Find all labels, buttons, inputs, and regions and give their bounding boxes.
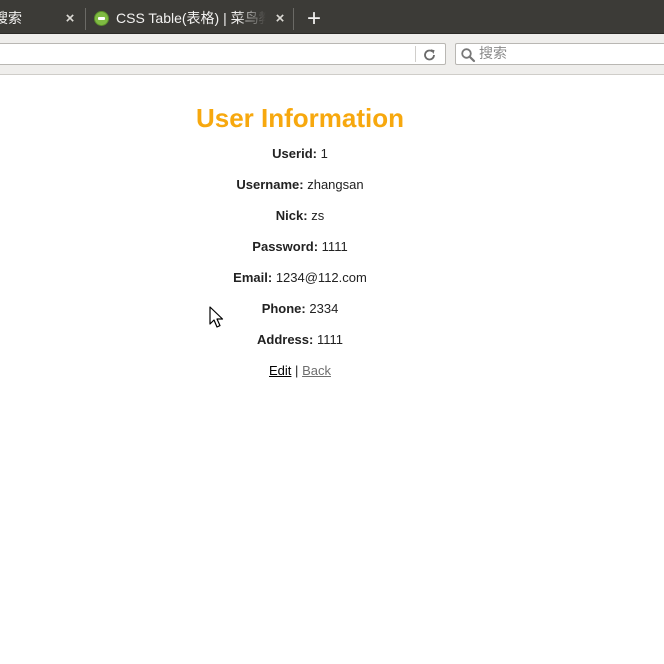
field-userid: Userid: 1 <box>0 146 600 162</box>
page-title: User Information <box>195 103 405 133</box>
field-value: 1234@112.com <box>275 270 367 285</box>
link-separator: | <box>295 363 299 378</box>
edit-link[interactable]: Edit <box>269 363 291 378</box>
field-value: 1 <box>320 146 328 161</box>
field-value: 2334 <box>309 301 339 316</box>
field-label: Email: <box>233 270 273 285</box>
tab-close-icon[interactable]: × <box>273 4 287 33</box>
field-phone: Phone: 2334 <box>0 301 600 317</box>
navigation-bar <box>0 34 664 75</box>
runoob-favicon-icon <box>94 11 109 26</box>
mouse-cursor-icon <box>209 306 224 328</box>
new-tab-button[interactable]: + <box>301 4 327 33</box>
field-label: Password: <box>252 239 319 254</box>
field-password: Password: 1111 <box>0 239 600 255</box>
field-label: Nick: <box>275 208 308 223</box>
field-username: Username: zhangsan <box>0 177 600 193</box>
page-content: User Information Userid: 1 Username: zha… <box>0 75 664 664</box>
field-address: Address: 1111 <box>0 332 600 348</box>
field-nick: Nick: zs <box>0 208 600 224</box>
field-value: zs <box>311 208 325 223</box>
field-label: Username: <box>236 177 304 192</box>
tab-close-icon[interactable]: × <box>63 4 77 33</box>
reload-icon[interactable] <box>421 47 439 63</box>
action-links: Edit | Back <box>0 363 600 379</box>
search-icon <box>461 48 476 63</box>
tab-strip: 搜索 × CSS Table(表格) | 菜鸟教程 × + <box>0 0 664 34</box>
search-box[interactable] <box>455 43 664 65</box>
url-bar[interactable] <box>0 43 446 65</box>
field-email: Email: 1234@112.com <box>0 270 600 286</box>
url-bar-separator <box>415 46 416 62</box>
field-label: Address: <box>256 332 314 347</box>
tab-separator <box>293 8 294 30</box>
tab-title: CSS Table(表格) | 菜鸟教程 <box>116 10 266 26</box>
back-link[interactable]: Back <box>302 363 331 378</box>
field-value: zhangsan <box>307 177 364 192</box>
field-label: Userid: <box>272 146 317 161</box>
tab-css-table[interactable]: CSS Table(表格) | 菜鸟教程 × <box>86 4 292 33</box>
tab-search[interactable]: 搜索 × <box>0 4 84 33</box>
field-label: Phone: <box>261 301 306 316</box>
field-value: 1111 <box>321 239 348 254</box>
tab-title: 搜索 <box>0 10 22 26</box>
field-value: 1111 <box>316 332 343 347</box>
search-input[interactable] <box>479 45 659 63</box>
